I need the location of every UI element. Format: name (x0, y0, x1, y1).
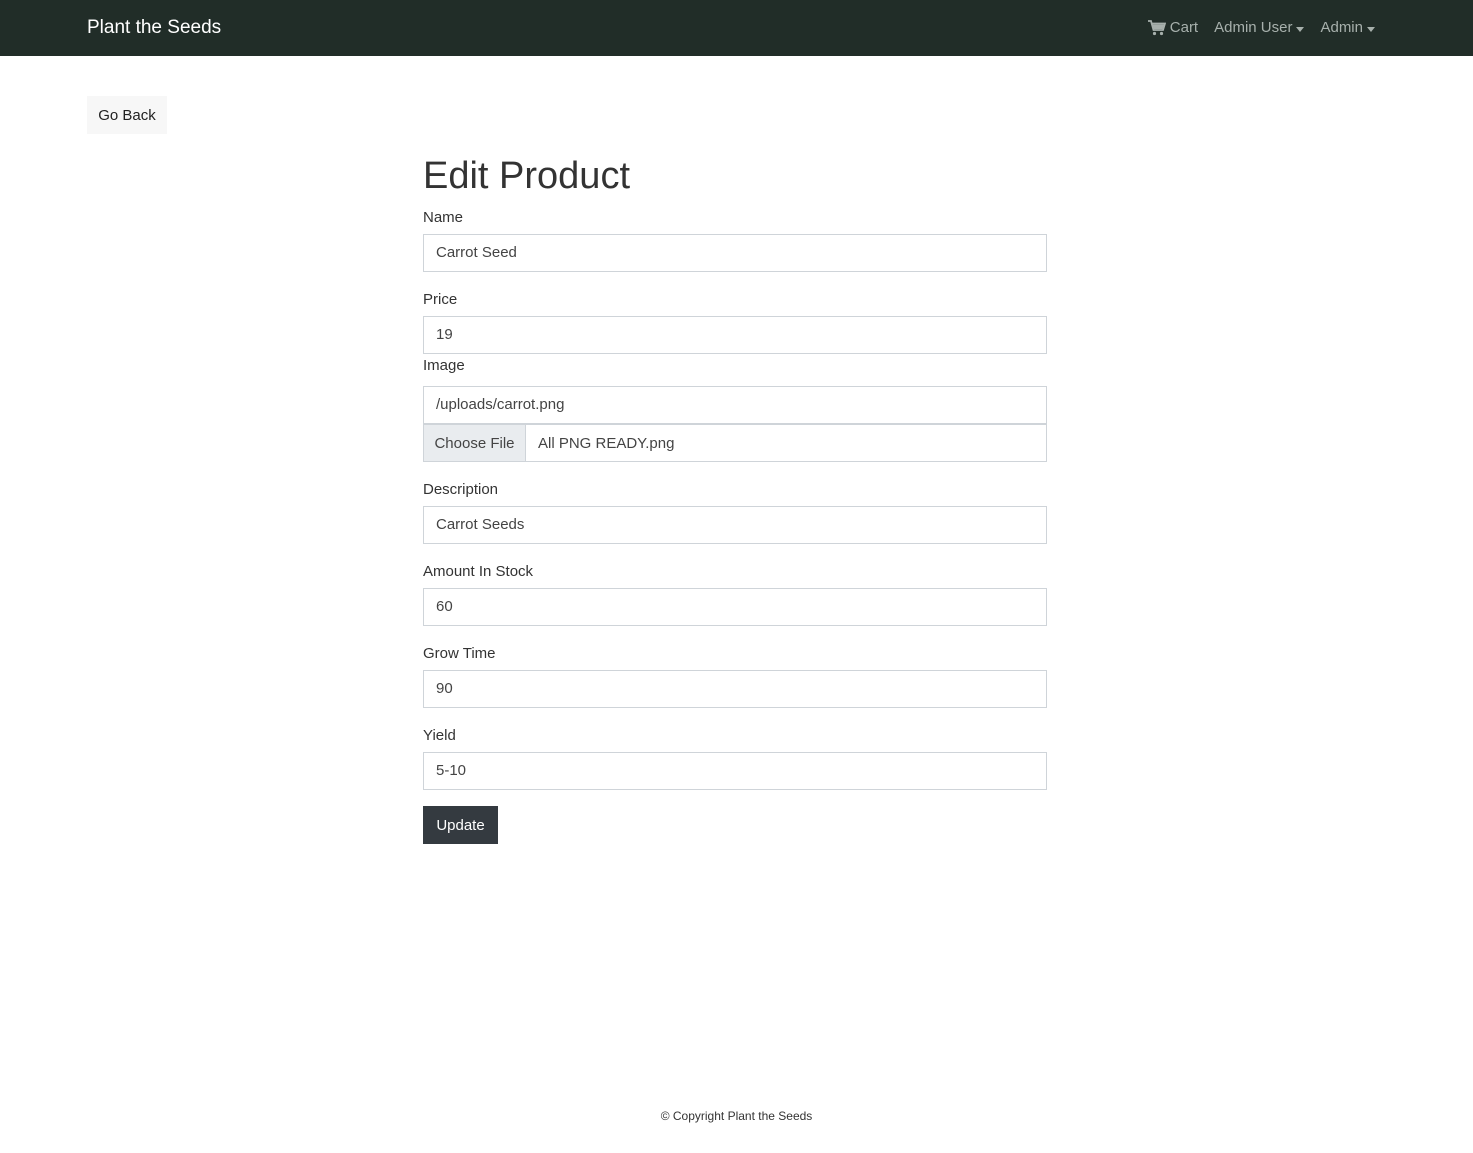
selected-file-name: All PNG READY.png (538, 434, 675, 452)
cart-link[interactable]: Cart (1147, 18, 1199, 38)
go-back-button[interactable]: Go Back (87, 96, 167, 134)
yield-input[interactable]: 5-10 (423, 752, 1047, 790)
chevron-down-icon (1296, 26, 1305, 32)
chevron-down-icon (1367, 26, 1375, 32)
name-input[interactable]: Carrot Seed (423, 234, 1047, 272)
price-input[interactable]: 19 (423, 316, 1047, 354)
navbar: Plant the Seeds Cart Admin User Admin (0, 0, 1473, 56)
grow-time-label: Grow Time (423, 645, 496, 662)
cart-icon (1147, 20, 1166, 36)
price-label: Price (423, 291, 458, 308)
image-path-input[interactable]: /uploads/carrot.png (423, 386, 1047, 424)
image-label: Image (423, 357, 465, 374)
cart-label: Cart (1169, 19, 1199, 36)
grow-time-input[interactable]: 90 (423, 670, 1047, 708)
stock-label: Amount In Stock (423, 563, 534, 580)
page-title: Edit Product (423, 155, 630, 197)
choose-file-button[interactable]: Choose File (424, 425, 526, 461)
navbar-menu: Cart Admin User Admin (1147, 18, 1375, 38)
file-upload-input[interactable]: Choose File All PNG READY.png (423, 424, 1047, 462)
brand-link[interactable]: Plant the Seeds (87, 16, 221, 40)
footer-copyright: © Copyright Plant the Seeds (660, 1109, 813, 1123)
description-label: Description (423, 481, 499, 498)
name-label: Name (423, 209, 464, 226)
update-button[interactable]: Update (423, 806, 498, 844)
description-input[interactable]: Carrot Seeds (423, 506, 1047, 544)
user-menu-label: Admin User (1214, 19, 1293, 36)
admin-menu-dropdown[interactable]: Admin (1320, 18, 1375, 38)
stock-input[interactable]: 60 (423, 588, 1047, 626)
admin-menu-label: Admin (1320, 19, 1363, 36)
yield-label: Yield (423, 727, 456, 744)
user-menu-dropdown[interactable]: Admin User (1214, 18, 1305, 38)
